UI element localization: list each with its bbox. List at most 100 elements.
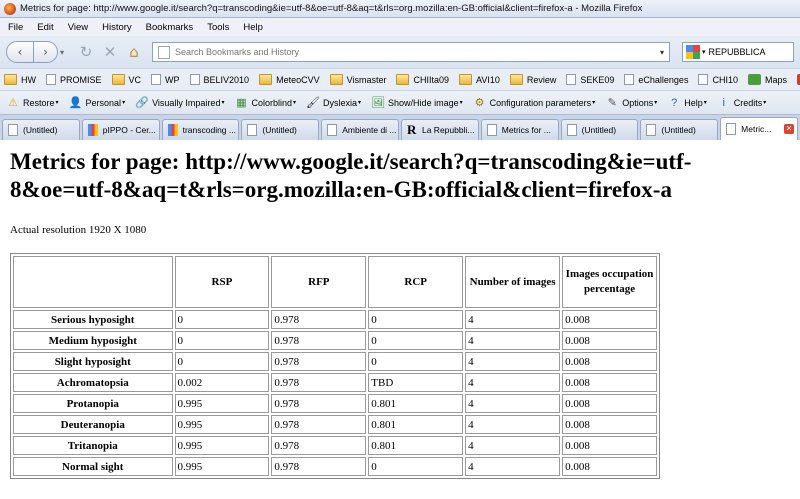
bookmark-item[interactable]: MeteoCVV [259,74,320,85]
close-icon[interactable]: ✕ [783,124,794,134]
bookmark-item[interactable]: eChallenges [624,74,688,85]
toolbar-button-restore[interactable]: ⚠ Restore ▾ [6,96,59,110]
table-cell: 0 [368,331,464,350]
google-icon [167,124,178,136]
url-input[interactable] [175,47,655,57]
bookmark-item[interactable]: Maps [747,74,787,85]
google-search-engine-icon[interactable] [686,45,700,59]
toolbar-button-help[interactable]: ? Help ▾ [667,96,707,110]
page-icon [46,74,56,85]
toolbar-button-colorblind[interactable]: ▦ Colorblind ▾ [234,96,296,110]
bookmark-label: CHIIta09 [413,74,449,85]
browser-tab[interactable]: Metric... ✕ [720,117,798,140]
search-engine-dropdown-icon[interactable]: ▾ [702,48,706,56]
page-icon [189,74,200,85]
table-cell: 0.995 [174,394,270,413]
browser-tab[interactable]: (Untitled) [241,119,320,140]
chevron-down-icon: ▾ [293,100,297,106]
column-header: Images occupation percentage [562,256,657,308]
toolbar-button-label: Configuration parameters [489,97,592,108]
bookmark-item[interactable]: Review [509,74,556,85]
browser-tab[interactable]: (Untitled) [640,119,719,140]
browser-tab[interactable]: pIPPO - Cer... [81,119,160,140]
browser-tab[interactable]: Metrics for ... [480,119,559,140]
browser-tab[interactable]: (Untitled) [560,119,639,140]
bookmark-item[interactable]: CHIIta09 [396,74,449,85]
toolbar-button-visually-impaired[interactable]: 🔗 Visually Impaired ▾ [135,96,224,110]
menu-bookmarks[interactable]: Bookmarks [146,22,194,33]
dyslexia-icon: 🖌 [306,97,320,109]
page-icon [486,124,497,136]
table-cell: TBD [368,373,464,392]
bookmark-item[interactable]: BELIV2010 [189,74,249,85]
table-cell: 0 [174,352,270,371]
menu-history[interactable]: History [102,22,132,33]
chevron-down-icon: ▾ [358,100,362,106]
toolbar-button-credits[interactable]: i Credits ▾ [717,96,767,110]
table-cell: 0.801 [368,394,464,413]
menu-file[interactable]: File [8,22,23,33]
back-button[interactable]: ‹ [6,41,34,63]
page-icon [566,124,577,136]
table-cell: 4 [465,373,561,392]
toolbar-button-dyslexia[interactable]: 🖌 Dyslexia ▾ [306,96,361,110]
toolbar-button-configuration-parameters[interactable]: ⚙ Configuration parameters ▾ [473,96,596,110]
chevron-down-icon: ▾ [654,100,658,106]
search-box[interactable]: ▾ [682,42,794,62]
column-header: Number of images [465,256,561,308]
bookmark-item[interactable]: AVI10 [459,74,500,85]
search-input[interactable] [708,47,779,57]
tab-label: (Untitled) [581,125,617,135]
bookmark-item[interactable]: HW [4,74,36,85]
history-dropdown-button[interactable]: ▾ [60,48,70,57]
tab-label: Metric... [741,124,772,134]
tab-label: (Untitled) [661,125,696,135]
tab-strip: (Untitled) pIPPO - Cer... transcoding ... (… [0,114,800,140]
table-cell: 0.008 [562,457,657,476]
bookmark-item[interactable]: CHI10 [698,74,738,85]
menu-help[interactable]: Help [243,22,263,33]
table-cell: 0.978 [271,457,367,476]
bookmark-item[interactable]: Vismaster [329,74,386,85]
toolbar-button-label: Dyslexia [323,97,358,108]
toolbar-button-options[interactable]: ✎ Options ▾ [605,96,658,110]
page-icon [698,74,709,85]
gear-icon: ⚙ [474,97,485,109]
page-icon [566,74,577,85]
page-icon [8,124,18,136]
table-cell: 0.008 [562,331,657,350]
browser-tab[interactable]: (Untitled) [2,119,80,140]
toolbar-button-personal[interactable]: 👤 Personal ▾ [69,96,125,110]
bookmark-item[interactable]: SEKE09 [566,74,614,85]
table-cell: 0.978 [271,310,367,329]
table-corner-cell [13,256,173,308]
row-label: Normal sight [13,457,173,476]
menu-tools[interactable]: Tools [207,22,229,33]
address-bar[interactable]: ▾ [152,42,670,62]
browser-tab[interactable]: R La Repubbli... [400,119,479,140]
browser-tab[interactable]: Ambiente di ... [321,119,399,140]
folder-icon [509,74,523,85]
bookmark-item[interactable]: VC [111,74,141,85]
folder-icon [4,74,17,85]
chevron-down-icon: ▾ [592,100,596,106]
menu-edit[interactable]: Edit [37,22,53,33]
options-icon: ✎ [607,97,617,109]
table-cell: 0.008 [562,310,657,329]
toolbar-button-show-hide-image[interactable]: 🖼 Show/Hide image ▾ [371,96,463,110]
maps-icon [747,74,761,85]
reload-icon[interactable]: ↻ [76,41,96,63]
home-icon[interactable]: ⌂ [124,41,144,63]
forward-button[interactable]: › [34,41,58,63]
menu-view[interactable]: View [68,22,88,33]
window-titlebar: Metrics for page: http://www.google.it/s… [0,0,800,18]
page-icon [726,123,737,135]
stop-icon[interactable]: ✕ [100,41,120,63]
chevron-down-icon: ▾ [55,100,59,106]
bookmark-item[interactable]: WP [151,74,180,85]
url-dropdown-icon[interactable]: ▾ [655,48,669,57]
row-label: Tritanopia [13,436,173,455]
browser-tab[interactable]: transcoding ... [161,119,240,140]
firefox-icon [4,2,16,15]
bookmark-item[interactable]: PROMISE [46,74,102,85]
